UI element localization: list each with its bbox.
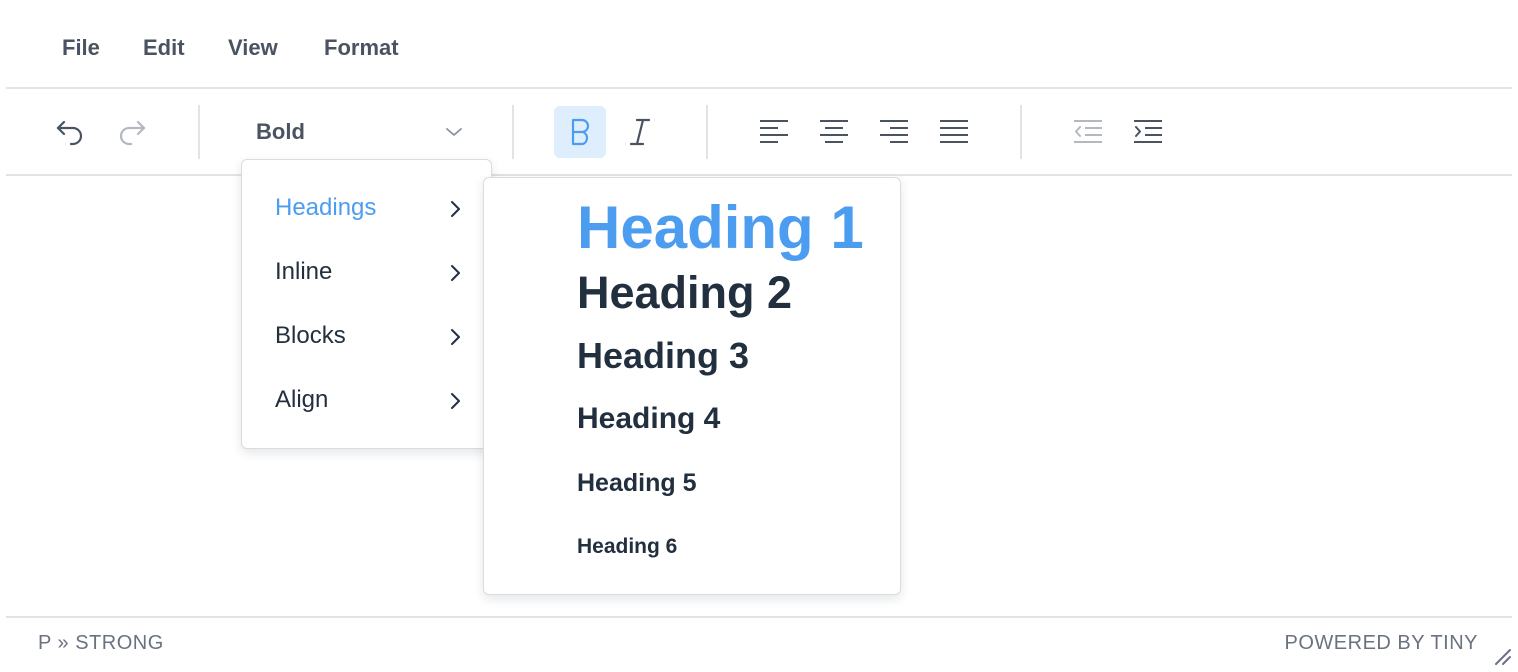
italic-button[interactable] bbox=[614, 106, 666, 158]
toolbar-divider bbox=[1020, 105, 1022, 159]
menu-item-inline[interactable]: Inline bbox=[242, 245, 491, 301]
menubar: File Edit View Format bbox=[6, 0, 1512, 89]
align-right-icon bbox=[880, 120, 908, 143]
redo-button[interactable] bbox=[106, 106, 158, 158]
menu-file[interactable]: File bbox=[62, 32, 100, 64]
menu-item-headings[interactable]: Headings bbox=[242, 181, 491, 237]
menu-item-heading-4[interactable]: Heading 4 bbox=[577, 401, 720, 437]
toolbar: Bold bbox=[6, 89, 1512, 176]
align-center-icon bbox=[820, 120, 848, 143]
outdent-button[interactable] bbox=[1062, 106, 1114, 158]
bold-button[interactable] bbox=[554, 106, 606, 158]
align-center-button[interactable] bbox=[808, 106, 860, 158]
menu-item-blocks[interactable]: Blocks bbox=[242, 309, 491, 365]
undo-icon bbox=[56, 120, 83, 146]
align-left-button[interactable] bbox=[748, 106, 800, 158]
undo-button[interactable] bbox=[44, 106, 96, 158]
indent-button[interactable] bbox=[1122, 106, 1174, 158]
outdent-icon bbox=[1074, 120, 1102, 143]
menu-item-heading-6[interactable]: Heading 6 bbox=[577, 534, 677, 560]
menu-item-heading-2[interactable]: Heading 2 bbox=[577, 266, 792, 320]
chevron-right-icon bbox=[451, 393, 460, 409]
chevron-right-icon bbox=[451, 201, 460, 217]
toolbar-divider bbox=[706, 105, 708, 159]
align-left-icon bbox=[760, 120, 788, 143]
menu-item-align[interactable]: Align bbox=[242, 373, 491, 429]
toolbar-divider bbox=[198, 105, 200, 159]
statusbar: P » STRONG POWERED BY TINY bbox=[6, 616, 1512, 672]
menu-item-heading-1[interactable]: Heading 1 bbox=[577, 192, 864, 264]
italic-icon bbox=[629, 118, 651, 146]
branding-link[interactable]: POWERED BY TINY bbox=[1285, 632, 1478, 655]
toolbar-divider bbox=[512, 105, 514, 159]
redo-icon bbox=[119, 120, 146, 146]
chevron-right-icon bbox=[451, 329, 460, 345]
menu-format[interactable]: Format bbox=[324, 32, 399, 64]
format-dropdown-menu: Headings Inline Blocks Align bbox=[241, 159, 492, 449]
menu-item-heading-5[interactable]: Heading 5 bbox=[577, 468, 696, 498]
align-justify-icon bbox=[940, 120, 968, 143]
formats-select[interactable]: Bold bbox=[242, 106, 470, 158]
menu-item-heading-3[interactable]: Heading 3 bbox=[577, 334, 749, 378]
chevron-right-icon bbox=[451, 265, 460, 281]
rich-text-editor: File Edit View Format Bold P » STRONG PO… bbox=[6, 0, 1512, 672]
headings-submenu: Heading 1 Heading 2 Heading 3 Heading 4 … bbox=[483, 177, 901, 595]
resize-handle-icon[interactable] bbox=[1492, 646, 1512, 666]
menu-edit[interactable]: Edit bbox=[143, 32, 185, 64]
element-path[interactable]: P » STRONG bbox=[38, 632, 164, 655]
align-right-button[interactable] bbox=[868, 106, 920, 158]
indent-icon bbox=[1134, 120, 1162, 143]
menu-item-label: Inline bbox=[275, 258, 333, 285]
chevron-down-icon bbox=[446, 128, 462, 136]
menu-item-label: Headings bbox=[275, 194, 377, 221]
bold-icon bbox=[571, 118, 590, 146]
menu-view[interactable]: View bbox=[228, 32, 278, 64]
align-justify-button[interactable] bbox=[928, 106, 980, 158]
menu-item-label: Blocks bbox=[275, 322, 346, 349]
menu-item-label: Align bbox=[275, 386, 329, 413]
formats-select-value: Bold bbox=[256, 119, 305, 144]
